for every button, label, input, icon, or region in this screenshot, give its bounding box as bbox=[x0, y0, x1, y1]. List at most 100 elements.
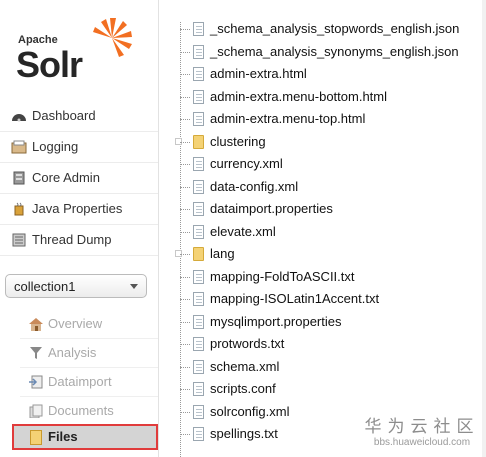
tree-item-label: currency.xml bbox=[210, 156, 283, 171]
nav-dashboard[interactable]: Dashboard bbox=[0, 101, 158, 132]
nav-core-admin[interactable]: Core Admin bbox=[0, 163, 158, 194]
thread-dump-icon bbox=[12, 233, 26, 247]
file-icon bbox=[193, 359, 204, 374]
tree-item-label: _schema_analysis_stopwords_english.json bbox=[210, 21, 460, 36]
tree-item-label: schema.xml bbox=[210, 358, 280, 374]
dashboard-icon bbox=[12, 114, 26, 122]
tree-file[interactable]: data-config.xml bbox=[168, 176, 486, 199]
file-icon bbox=[193, 382, 204, 396]
file-icon bbox=[193, 202, 204, 216]
tree-item-label: scripts.conf bbox=[210, 381, 276, 396]
core-selector-value: collection1 bbox=[14, 279, 76, 294]
tree-connector bbox=[180, 411, 190, 413]
tree-file[interactable]: dataimport.properties bbox=[168, 198, 486, 221]
tree-connector bbox=[180, 209, 190, 210]
nav-thread-dump-label: Thread Dump bbox=[32, 232, 112, 247]
sidebar-divider bbox=[158, 0, 159, 457]
tree-connector bbox=[180, 231, 190, 233]
tree-file[interactable]: admin-extra.menu-bottom.html bbox=[168, 86, 486, 109]
file-icon bbox=[193, 89, 204, 104]
tree-file[interactable]: _schema_analysis_stopwords_english.json bbox=[168, 18, 486, 41]
tree-file[interactable]: admin-extra.html bbox=[168, 63, 486, 86]
file-icon bbox=[193, 44, 204, 59]
watermark-url: bbs.huaweicloud.com bbox=[373, 437, 471, 448]
tree-file[interactable]: _schema_analysis_synonyms_english.json bbox=[168, 41, 486, 64]
scrollbar[interactable] bbox=[482, 0, 486, 457]
tree-item-label: elevate.xml bbox=[210, 223, 276, 239]
folder-icon bbox=[30, 430, 42, 445]
tree-connector bbox=[180, 434, 190, 435]
core-menu-documents[interactable]: Documents bbox=[20, 397, 158, 426]
tree-connector bbox=[180, 389, 190, 390]
tree-item-label: clustering bbox=[210, 133, 266, 149]
file-icon bbox=[193, 404, 204, 419]
tree-item-label: lang bbox=[210, 246, 235, 261]
file-icon bbox=[193, 314, 204, 329]
tree-file[interactable]: mapping-FoldToASCII.txt bbox=[168, 266, 486, 289]
file-icon bbox=[193, 224, 204, 239]
core-menu-analysis[interactable]: Analysis bbox=[20, 339, 158, 368]
tree-connector bbox=[180, 299, 190, 300]
nav-core-admin-label: Core Admin bbox=[32, 170, 100, 185]
tree-connector bbox=[180, 164, 190, 165]
tree-folder[interactable]: lang bbox=[168, 243, 486, 266]
tree-file[interactable]: schema.xml bbox=[168, 356, 486, 379]
core-menu-dataimport-label: Dataimport bbox=[48, 374, 112, 389]
tree-connector bbox=[180, 29, 190, 30]
file-icon bbox=[193, 292, 204, 306]
nav-logging[interactable]: Logging bbox=[0, 132, 158, 163]
tree-file[interactable]: elevate.xml bbox=[168, 221, 486, 244]
folder-icon bbox=[193, 134, 204, 149]
tree-connector bbox=[180, 74, 190, 75]
tree-file[interactable]: currency.xml bbox=[168, 153, 486, 176]
file-icon bbox=[193, 157, 204, 171]
chevron-down-icon bbox=[130, 284, 138, 289]
file-icon bbox=[193, 179, 204, 194]
tree-folder[interactable]: clustering bbox=[168, 131, 486, 154]
file-icon bbox=[193, 67, 204, 81]
tree-file[interactable]: protwords.txt bbox=[168, 333, 486, 356]
java-properties-icon bbox=[14, 202, 24, 216]
nav-logging-label: Logging bbox=[32, 139, 79, 154]
tree-item-label: mapping-ISOLatin1Accent.txt bbox=[210, 291, 380, 306]
core-menu-dataimport[interactable]: Dataimport bbox=[20, 368, 158, 397]
tree-item-label: _schema_analysis_synonyms_english.json bbox=[210, 43, 459, 59]
core-menu-analysis-label: Analysis bbox=[48, 345, 97, 360]
tree-item-label: data-config.xml bbox=[210, 178, 299, 194]
solr-logo[interactable]: Apache Solr bbox=[12, 14, 147, 85]
tree-connector bbox=[180, 321, 190, 323]
file-icon bbox=[193, 112, 204, 126]
sidebar: Apache Solr Dashboard Logging Core Admin… bbox=[0, 0, 160, 457]
watermark-cn: 华为云社区 bbox=[364, 417, 480, 437]
core-selector[interactable]: collection1 bbox=[5, 274, 147, 298]
tree-connector bbox=[180, 344, 190, 345]
analysis-icon bbox=[30, 347, 42, 359]
core-menu-overview[interactable]: Overview bbox=[20, 310, 158, 339]
tree-item-label: protwords.txt bbox=[210, 336, 285, 351]
tree-connector bbox=[180, 276, 190, 278]
logo-solr-text: Solr bbox=[16, 44, 83, 85]
tree-item-label: dataimport.properties bbox=[210, 201, 333, 216]
overview-icon bbox=[29, 318, 43, 331]
tree-connector bbox=[180, 51, 190, 53]
solr-sun-icon bbox=[93, 18, 132, 57]
nav-java-properties[interactable]: Java Properties bbox=[0, 194, 158, 225]
tree-file[interactable]: scripts.conf bbox=[168, 378, 486, 401]
tree-item-label: admin-extra.menu-bottom.html bbox=[210, 88, 388, 104]
tree-item-label: admin-extra.menu-top.html bbox=[210, 111, 366, 126]
core-menu: Overview Analysis Dataimport Documents bbox=[20, 310, 158, 426]
core-menu-files-label: Files bbox=[48, 429, 78, 444]
core-menu-documents-label: Documents bbox=[48, 403, 114, 418]
file-icon bbox=[193, 22, 204, 36]
tree-item-label: spellings.txt bbox=[210, 426, 278, 441]
tree-file[interactable]: mysqlimport.properties bbox=[168, 311, 486, 334]
nav-thread-dump[interactable]: Thread Dump bbox=[0, 225, 158, 256]
folder-icon bbox=[193, 247, 204, 261]
tree-file[interactable]: admin-extra.menu-top.html bbox=[168, 108, 486, 131]
watermark: 华为云社区 bbs.huaweicloud.com bbox=[362, 412, 482, 448]
main-nav: Dashboard Logging Core Admin Java Proper… bbox=[0, 101, 158, 256]
core-menu-files[interactable]: Files bbox=[12, 424, 158, 450]
tree-item-label: mysqlimport.properties bbox=[210, 313, 342, 329]
tree-file[interactable]: mapping-ISOLatin1Accent.txt bbox=[168, 288, 486, 311]
file-icon bbox=[193, 337, 204, 351]
